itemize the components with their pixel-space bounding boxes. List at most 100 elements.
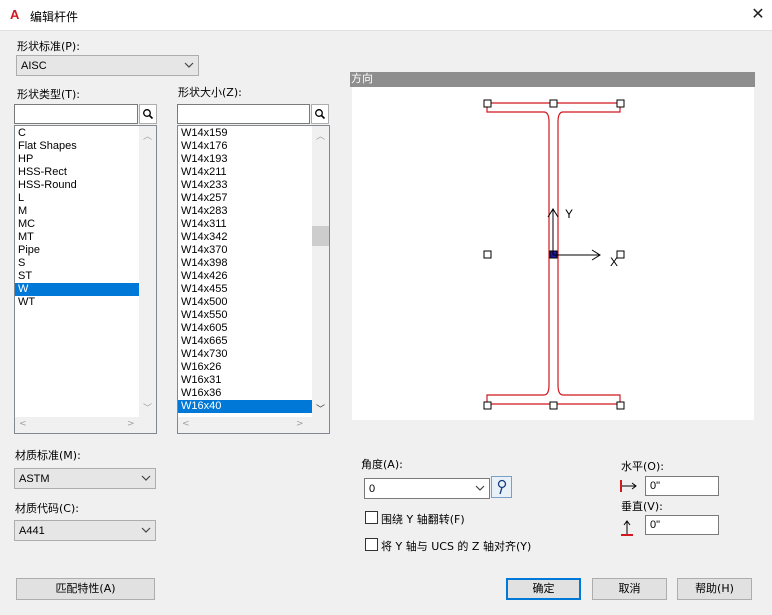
shape-size-list-item[interactable]: W16x31 xyxy=(178,374,312,387)
material-standard-select[interactable]: ASTM xyxy=(14,468,156,489)
angle-select[interactable]: 0 xyxy=(364,478,490,499)
shape-type-list-item[interactable]: L xyxy=(15,192,140,205)
vertical-offset-icon xyxy=(619,517,635,537)
title-bar: A 编辑杆件 ✕ xyxy=(0,0,772,31)
shape-type-list-item[interactable]: MT xyxy=(15,231,140,244)
scroll-right-icon[interactable]: > xyxy=(127,419,135,429)
shape-size-list-item[interactable]: W16x40 xyxy=(178,400,312,413)
shape-size-list-item[interactable]: W16x26 xyxy=(178,361,312,374)
material-code-select[interactable]: A441 xyxy=(14,520,156,541)
shape-standard-value: AISC xyxy=(21,60,47,72)
shape-standard-select[interactable]: AISC xyxy=(16,55,199,76)
shape-type-list-item[interactable]: W xyxy=(15,283,140,296)
shape-type-list[interactable]: C Flat Shapes HP HSS-Rect HSS-Round L M MC MT Pip… xyxy=(14,125,157,434)
align-y-ucs-label: 将 Y 轴与 UCS 的 Z 轴对齐(Y) xyxy=(381,540,532,553)
shape-type-label: 形状类型(T): xyxy=(17,88,81,101)
angle-label: 角度(A): xyxy=(361,458,403,471)
shape-standard-label: 形状标准(P): xyxy=(17,40,80,53)
shape-type-list-item[interactable]: M xyxy=(15,205,140,218)
shape-size-list-item[interactable]: W14x283 xyxy=(178,205,312,218)
scroll-up-icon[interactable]: ︿ xyxy=(312,129,329,142)
align-y-ucs-checkbox[interactable] xyxy=(365,538,378,551)
shape-size-list-item[interactable]: W14x605 xyxy=(178,322,312,335)
material-standard-value: ASTM xyxy=(19,473,50,485)
shape-size-list-item[interactable]: W14x159 xyxy=(178,127,312,140)
cancel-button[interactable]: 取消 xyxy=(592,578,667,600)
shape-type-list-item[interactable]: HSS-Round xyxy=(15,179,140,192)
chevron-down-icon xyxy=(141,527,151,533)
autocad-logo-icon: A xyxy=(10,7,20,22)
horizontal-label: 水平(O): xyxy=(621,460,664,473)
horizontal-value: 0" xyxy=(650,480,661,492)
search-icon xyxy=(143,109,154,120)
shape-type-list-item[interactable]: WT xyxy=(15,296,140,309)
shape-size-list-item[interactable]: W14x342 xyxy=(178,231,312,244)
vertical-input[interactable]: 0" xyxy=(645,515,719,535)
shape-size-list-item[interactable]: W14x176 xyxy=(178,140,312,153)
shape-size-list-item[interactable]: W14x665 xyxy=(178,335,312,348)
ok-button[interactable]: 确定 xyxy=(506,578,581,600)
shape-size-list-item[interactable]: W14x500 xyxy=(178,296,312,309)
scroll-left-icon[interactable]: < xyxy=(19,419,27,429)
shape-size-list-item[interactable]: W14x233 xyxy=(178,179,312,192)
shape-size-list-item[interactable]: W16x36 xyxy=(178,387,312,400)
angle-value: 0 xyxy=(369,483,376,495)
x-axis-label: X xyxy=(610,255,619,269)
shape-size-list-item[interactable]: W14x370 xyxy=(178,244,312,257)
shape-type-vscrollbar[interactable]: ︿ ﹀ xyxy=(139,126,156,417)
shape-size-search-input[interactable] xyxy=(177,104,310,124)
shape-size-list-item[interactable]: W14x311 xyxy=(178,218,312,231)
shape-size-label: 形状大小(Z): xyxy=(178,86,242,99)
search-icon xyxy=(315,109,326,120)
shape-type-hscrollbar[interactable]: < > xyxy=(15,417,156,433)
horizontal-input[interactable]: 0" xyxy=(645,476,719,496)
shape-type-list-item[interactable]: Flat Shapes xyxy=(15,140,140,153)
shape-size-list-item[interactable]: W14x193 xyxy=(178,153,312,166)
window-title: 编辑杆件 xyxy=(30,10,79,24)
shape-type-list-item[interactable]: ST xyxy=(15,270,140,283)
scroll-up-icon[interactable]: ︿ xyxy=(139,129,156,142)
scroll-thumb[interactable] xyxy=(312,226,329,246)
shape-size-list-item[interactable]: W14x426 xyxy=(178,270,312,283)
flip-y-checkbox[interactable] xyxy=(365,511,378,524)
shape-type-list-item[interactable]: C xyxy=(15,127,140,140)
shape-type-list-item[interactable]: Pipe xyxy=(15,244,140,257)
shape-size-list-item[interactable]: W14x730 xyxy=(178,348,312,361)
shape-size-list-item[interactable]: W14x398 xyxy=(178,257,312,270)
shape-size-vscrollbar[interactable]: ︿ ﹀ xyxy=(312,126,329,417)
shape-size-hscrollbar[interactable]: < > xyxy=(178,417,329,433)
shape-type-list-item[interactable]: S xyxy=(15,257,140,270)
help-button[interactable]: 帮助(H) xyxy=(677,578,752,600)
close-icon[interactable]: ✕ xyxy=(748,4,768,24)
pick-angle-button[interactable] xyxy=(491,476,512,498)
pick-point-icon xyxy=(497,479,507,495)
match-properties-button[interactable]: 匹配特性(A) xyxy=(16,578,155,600)
material-standard-label: 材质标准(M): xyxy=(15,449,81,462)
scroll-right-icon[interactable]: > xyxy=(296,419,304,429)
shape-type-list-item[interactable]: MC xyxy=(15,218,140,231)
shape-type-search-button[interactable] xyxy=(139,104,157,124)
shape-type-list-item[interactable]: HSS-Rect xyxy=(15,166,140,179)
shape-size-list-item[interactable]: W14x257 xyxy=(178,192,312,205)
shape-type-list-item[interactable]: HP xyxy=(15,153,140,166)
chevron-down-icon xyxy=(141,475,151,481)
y-axis-label: Y xyxy=(565,207,574,221)
orientation-header: 方向 xyxy=(350,72,755,87)
chevron-down-icon xyxy=(184,62,194,68)
shape-type-search-input[interactable] xyxy=(14,104,138,124)
shape-size-search-button[interactable] xyxy=(311,104,329,124)
shape-size-list-item[interactable]: W14x211 xyxy=(178,166,312,179)
chevron-down-icon xyxy=(475,485,485,491)
shape-size-list-item[interactable]: W14x455 xyxy=(178,283,312,296)
material-code-value: A441 xyxy=(19,525,45,537)
scroll-left-icon[interactable]: < xyxy=(182,419,190,429)
scroll-down-icon[interactable]: ﹀ xyxy=(312,402,329,415)
material-code-label: 材质代码(C): xyxy=(15,502,79,515)
vertical-label: 垂直(V): xyxy=(621,500,663,513)
scroll-down-icon[interactable]: ﹀ xyxy=(139,401,156,414)
vertical-value: 0" xyxy=(650,519,661,531)
orientation-preview[interactable]: Y X xyxy=(352,87,754,420)
shape-size-list[interactable]: W14x159 W14x176 W14x193 W14x211 W14x233 W14x2… xyxy=(177,125,330,434)
shape-size-list-item[interactable]: W14x550 xyxy=(178,309,312,322)
horizontal-offset-icon xyxy=(619,478,639,494)
